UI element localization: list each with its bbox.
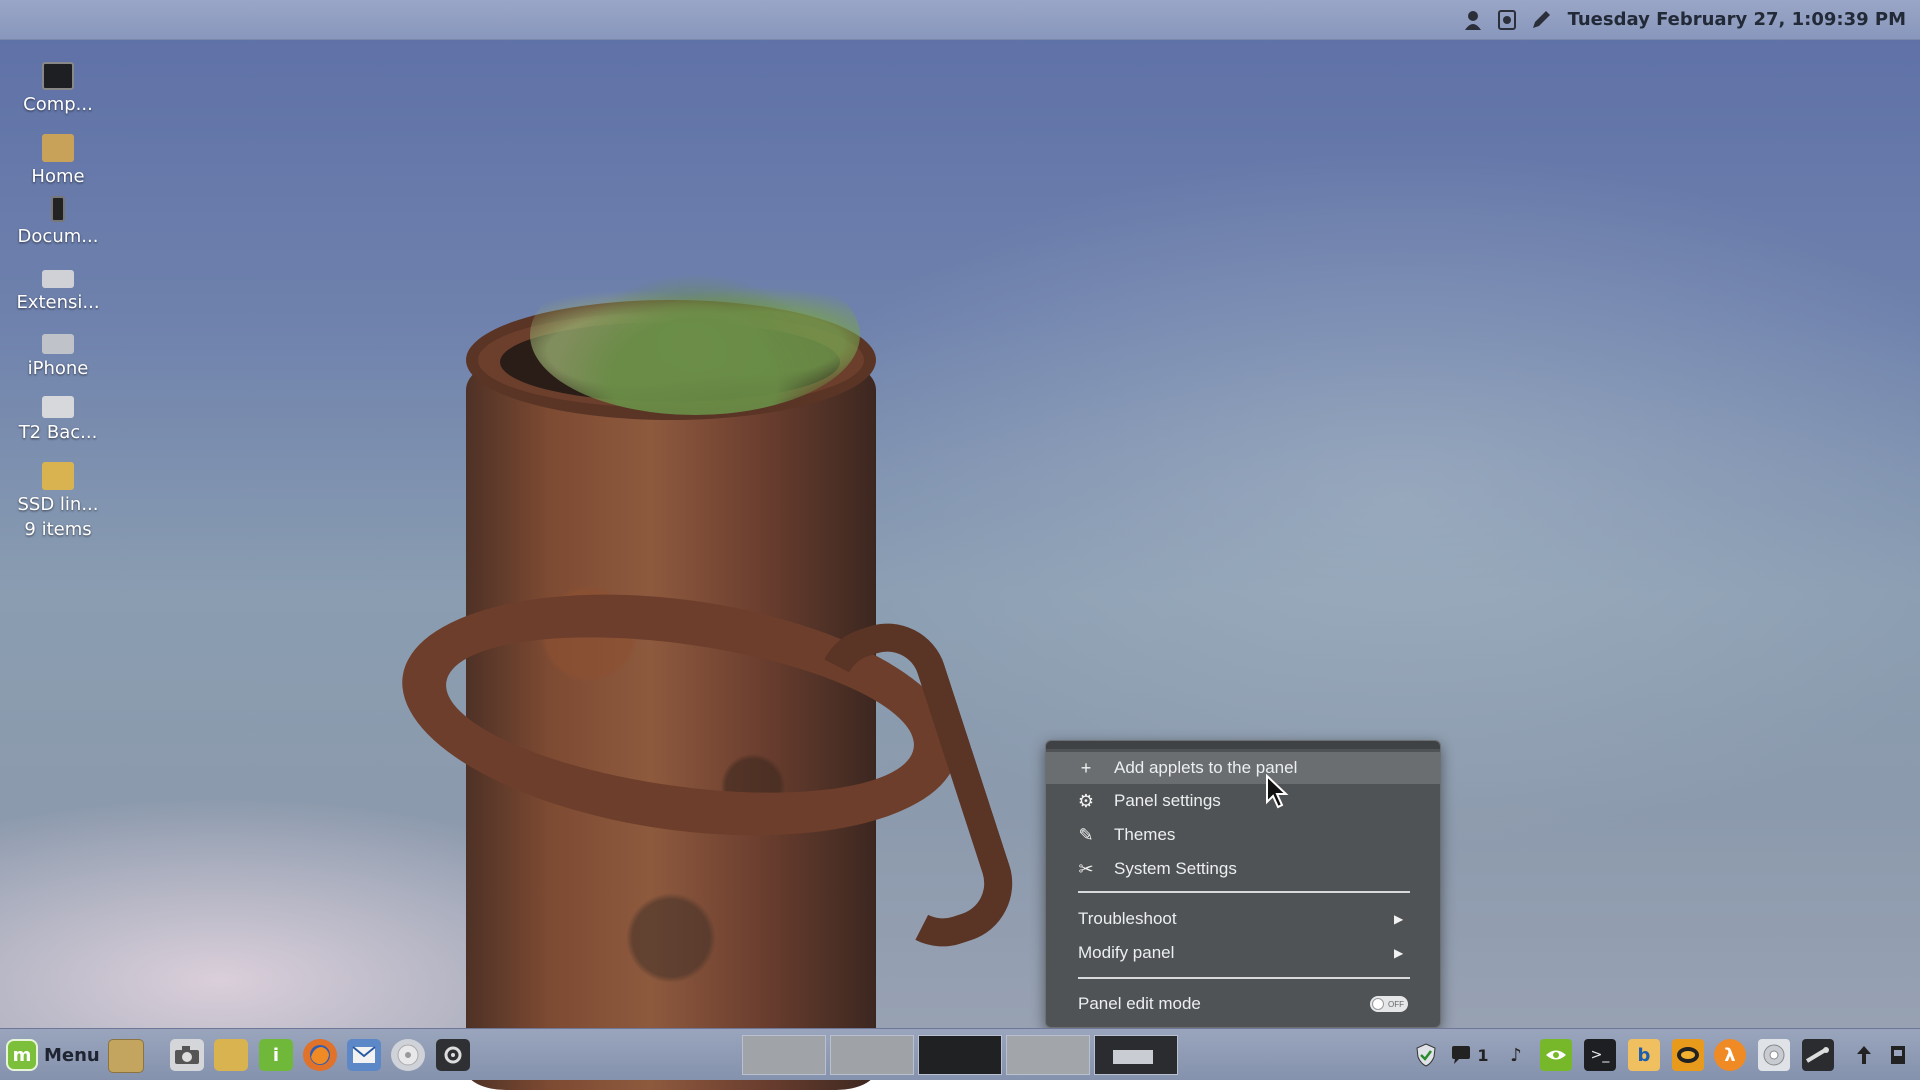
- menu-top-strip: [1046, 741, 1440, 749]
- top-panel: Tuesday February 27, 1:09:39 PM: [0, 0, 1920, 40]
- info-icon[interactable]: i: [259, 1039, 293, 1071]
- submenu-arrow-icon: ▶: [1394, 946, 1404, 960]
- menu-item-label: Modify panel: [1078, 943, 1175, 962]
- files-icon[interactable]: [214, 1039, 248, 1071]
- chat-notifications-icon[interactable]: 1: [1446, 1039, 1494, 1071]
- desktop-icon-extension[interactable]: Extensi...: [6, 264, 110, 313]
- desktop-icon-label: Comp...: [23, 94, 93, 115]
- plus-icon: +: [1080, 757, 1092, 778]
- desktop-icon-label: iPhone: [27, 358, 89, 379]
- arrow-up-icon[interactable]: [1848, 1039, 1880, 1071]
- panel-context-menu: + Add applets to the panel ⚙ Panel setti…: [1045, 740, 1441, 1028]
- desktop-icon-label: Home: [31, 166, 85, 187]
- submenu-arrow-icon: ▶: [1394, 912, 1404, 926]
- nvidia-icon[interactable]: [1540, 1039, 1572, 1071]
- menu-button-label: Menu: [44, 1044, 100, 1066]
- terminal-icon[interactable]: >_: [1584, 1039, 1616, 1071]
- system-monitor-icon[interactable]: [436, 1039, 470, 1071]
- menu-item-panel-edit-mode[interactable]: Panel edit mode OFF: [1046, 988, 1440, 1020]
- usb-drive-icon: [42, 396, 74, 418]
- bottom-panel: m Menu i 1 ♪ >_ b λ: [0, 1028, 1920, 1080]
- workspace-2[interactable]: [830, 1035, 914, 1075]
- menu-separator: [1078, 977, 1410, 979]
- game-launcher-icon[interactable]: [1672, 1039, 1704, 1071]
- desktop-icon-home[interactable]: Home: [6, 134, 110, 187]
- toggle-knob: [1372, 998, 1384, 1010]
- half-life-icon[interactable]: λ: [1714, 1039, 1746, 1071]
- b-app-icon[interactable]: b: [1628, 1039, 1660, 1071]
- tools-icon: ✂: [1078, 858, 1094, 879]
- monitor-icon: [42, 62, 74, 90]
- home-folder-icon: [42, 134, 74, 162]
- palette-icon: ✎: [1078, 824, 1094, 845]
- gear-icon: ⚙: [1077, 790, 1095, 811]
- screenshot-icon[interactable]: [1496, 9, 1518, 31]
- desktop-icon-label: Docum...: [17, 226, 99, 247]
- menu-item-system-settings[interactable]: ✂ System Settings: [1046, 853, 1440, 885]
- camera-device-icon: [42, 334, 74, 354]
- removable-drive-icon[interactable]: [1882, 1039, 1914, 1071]
- camera-app-icon[interactable]: [170, 1039, 204, 1071]
- drive-icon: [42, 270, 74, 288]
- menu-item-modify-panel[interactable]: Modify panel ▶: [1046, 937, 1440, 969]
- workspace-1[interactable]: [742, 1035, 826, 1075]
- workspace-5-active[interactable]: [1094, 1035, 1178, 1075]
- panel-edit-mode-toggle[interactable]: OFF: [1370, 996, 1408, 1012]
- firefox-icon[interactable]: [303, 1039, 337, 1071]
- desktop-icon-iphone[interactable]: iPhone: [6, 334, 110, 379]
- desktop-icon-documents[interactable]: Docum...: [6, 196, 110, 247]
- workspace-4[interactable]: [1006, 1035, 1090, 1075]
- menu-item-label: Panel edit mode: [1078, 994, 1201, 1013]
- pen-icon[interactable]: [1530, 9, 1552, 31]
- menu-item-add-applets[interactable]: + Add applets to the panel: [1046, 752, 1440, 784]
- mail-client-icon[interactable]: [347, 1039, 381, 1071]
- workspace-window-thumb: [1113, 1050, 1153, 1064]
- desktop-icon-t2-backup[interactable]: T2 Bac...: [6, 396, 110, 443]
- desktop-icon-computer[interactable]: Comp...: [6, 62, 110, 115]
- disc-icon[interactable]: [391, 1039, 425, 1071]
- mint-logo-icon: m: [6, 1039, 38, 1071]
- folder-icon: [42, 462, 74, 490]
- chat-count: 1: [1477, 1045, 1489, 1065]
- toggle-state-label: OFF: [1388, 999, 1404, 1009]
- wallpaper-grass: [530, 255, 860, 415]
- steam-tools-icon[interactable]: [1802, 1039, 1834, 1071]
- desktop-icon-label: SSD lin...: [17, 494, 99, 515]
- menu-item-label: System Settings: [1114, 859, 1237, 878]
- menu-item-troubleshoot[interactable]: Troubleshoot ▶: [1046, 903, 1440, 935]
- desktop-icon-label: T2 Bac...: [18, 422, 98, 443]
- menu-item-label: Themes: [1114, 825, 1176, 844]
- clock[interactable]: Tuesday February 27, 1:09:39 PM: [1568, 9, 1906, 30]
- menu-button[interactable]: m Menu: [6, 1037, 100, 1073]
- user-icon[interactable]: [1462, 9, 1484, 31]
- show-desktop-icon[interactable]: [108, 1039, 144, 1073]
- desktop-icon-label: Extensi...: [16, 292, 100, 313]
- menu-item-themes[interactable]: ✎ Themes: [1046, 819, 1440, 851]
- desktop-icon-sublabel: 9 items: [24, 519, 92, 540]
- menu-item-label: Troubleshoot: [1078, 909, 1177, 928]
- shield-check-icon[interactable]: [1410, 1039, 1442, 1071]
- chrome-like-icon[interactable]: [1758, 1039, 1790, 1071]
- menu-separator: [1078, 891, 1410, 893]
- phone-device-icon: [51, 196, 65, 222]
- menu-item-panel-settings[interactable]: ⚙ Panel settings: [1046, 785, 1440, 817]
- desktop-icon-ssd-link[interactable]: SSD lin... 9 items: [6, 462, 110, 540]
- workspace-3[interactable]: [918, 1035, 1002, 1075]
- music-note-icon[interactable]: ♪: [1500, 1039, 1532, 1071]
